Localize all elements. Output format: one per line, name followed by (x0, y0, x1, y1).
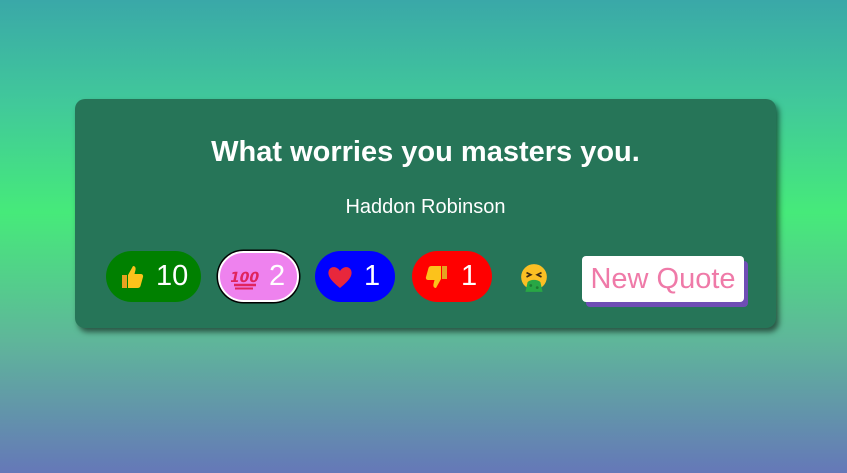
face-vomiting-reaction-button[interactable] (517, 261, 551, 295)
heart-icon (326, 263, 354, 291)
thumbs-down-reaction-button[interactable]: 1 (412, 251, 492, 302)
face-vomiting-icon (521, 264, 547, 292)
quote-author: Haddon Robinson (345, 196, 506, 218)
heart-reaction-button[interactable]: 1 (315, 251, 395, 302)
new-quote-button[interactable]: New Quote (582, 256, 744, 302)
hundred-points-icon: 100 (231, 263, 259, 291)
hundred-count: 2 (269, 260, 286, 292)
thumbs-up-reaction-button[interactable]: 10 (106, 251, 201, 302)
hundred-reaction-button[interactable]: 100 2 (218, 251, 299, 302)
thumbs-down-count: 1 (461, 260, 478, 292)
thumbs-down-icon (423, 263, 451, 291)
svg-text:100: 100 (231, 270, 259, 286)
heart-count: 1 (364, 260, 381, 292)
quote-text: What worries you masters you. (211, 136, 640, 168)
thumbs-up-count: 10 (156, 260, 189, 292)
thumbs-up-icon (118, 263, 146, 291)
quote-card: What worries you masters you. Haddon Rob… (75, 99, 776, 328)
